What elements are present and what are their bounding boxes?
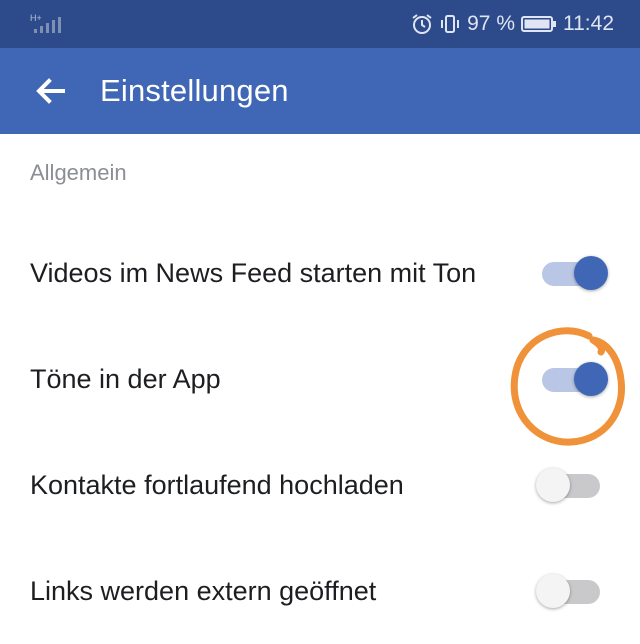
clock: 11:42 (563, 12, 614, 35)
toggle-thumb (574, 256, 608, 290)
setting-label: Töne in der App (30, 364, 221, 394)
setting-label: Kontakte fortlaufend hochladen (30, 470, 404, 500)
vibrate-icon (441, 15, 460, 33)
setting-row-app-sounds[interactable]: Töne in der App (0, 326, 640, 432)
status-bar: H+ 97 % 11:42 (0, 0, 640, 48)
app-bar: Einstellungen (0, 48, 640, 134)
page-title: Einstellungen (100, 73, 289, 108)
battery-percent: 97 % (467, 12, 515, 35)
network-type-label: H+ (30, 13, 42, 23)
upload-contacts-toggle[interactable] (536, 464, 606, 506)
setting-label: Links werden extern geöffnet (30, 576, 377, 606)
toggle-thumb (536, 468, 570, 502)
external-links-toggle[interactable] (536, 570, 606, 612)
setting-row-videos-sound[interactable]: Videos im News Feed starten mit Ton (0, 220, 640, 326)
alarm-icon (412, 14, 432, 34)
setting-row-upload-contacts[interactable]: Kontakte fortlaufend hochladen (0, 432, 640, 538)
toggle-thumb (574, 362, 608, 396)
signal-icon: H+ (30, 13, 61, 33)
battery-icon (521, 16, 556, 32)
app-sounds-toggle[interactable] (536, 358, 608, 400)
setting-label: Videos im News Feed starten mit Ton (30, 258, 477, 288)
back-button[interactable] (24, 68, 76, 114)
toggle-thumb (536, 574, 570, 608)
section-header: Allgemein (30, 160, 127, 185)
videos-sound-toggle[interactable] (536, 252, 608, 294)
setting-row-external-links[interactable]: Links werden extern geöffnet (0, 538, 640, 644)
status-icons: 97 % 11:42 (411, 0, 614, 48)
arrow-left-icon (36, 78, 65, 104)
